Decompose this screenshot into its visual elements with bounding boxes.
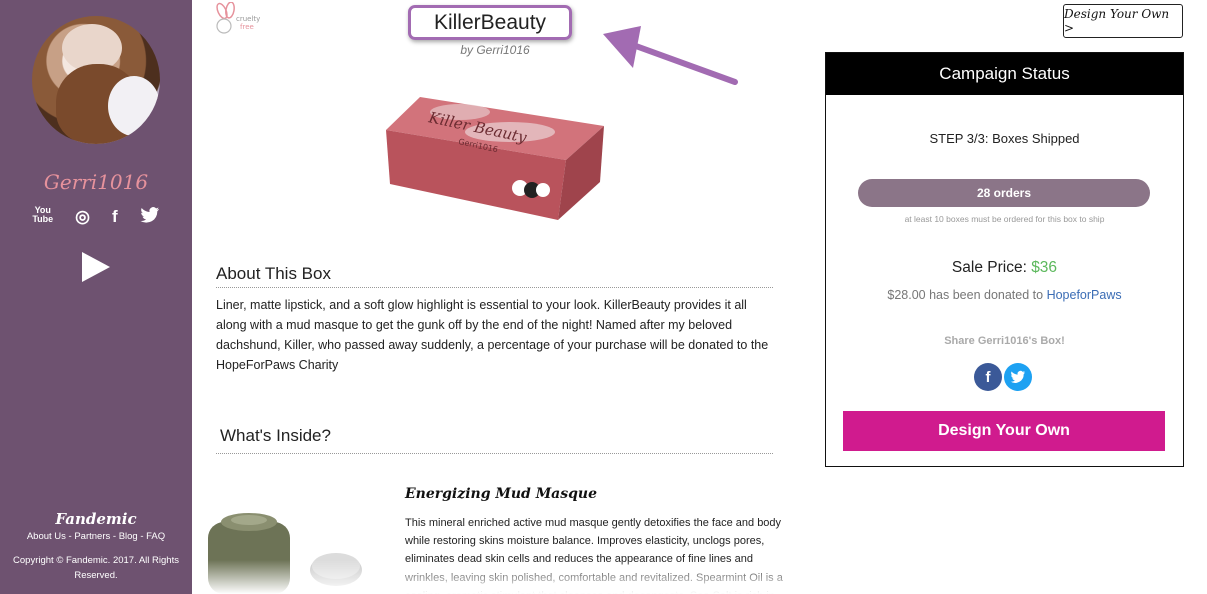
facebook-share-icon[interactable]: f — [974, 363, 1002, 391]
brand-logo[interactable]: Fandemic — [0, 510, 192, 528]
sale-price: Sale Price: $36 — [826, 259, 1183, 277]
about-divider — [216, 287, 773, 288]
charity-link[interactable]: HopeforPaws — [1047, 288, 1122, 302]
twitter-share-icon[interactable] — [1004, 363, 1032, 391]
bottom-fade — [192, 560, 1052, 594]
donation-note: $28.00 has been donated to HopeforPaws — [826, 288, 1183, 302]
design-your-own-button[interactable]: Design Your Own — [843, 411, 1165, 451]
copyright: Copyright © Fandemic. 2017. All Rights R… — [13, 555, 179, 581]
design-your-own-top-button[interactable]: Design Your Own > — [1063, 4, 1183, 38]
avatar[interactable] — [32, 16, 160, 144]
footer-links[interactable]: About Us - Partners - Blog - FAQ — [0, 531, 192, 542]
about-text: Liner, matte lipstick, and a soft glow h… — [216, 298, 769, 372]
sale-price-value: $36 — [1031, 259, 1058, 276]
box-title: KillerBeauty — [408, 5, 572, 40]
donation-amount: $28.00 has been donated to — [887, 288, 1044, 302]
box-title-text: KillerBeauty — [433, 10, 547, 34]
product-name: Energizing Mud Masque — [405, 486, 598, 502]
facebook-icon[interactable]: f — [112, 206, 118, 230]
social-links: You Tube ◎ f — [0, 206, 192, 230]
share-label: Share Gerri1016's Box! — [944, 335, 1065, 347]
twitter-icon[interactable] — [140, 206, 160, 230]
sidebar: Gerri1016 You Tube ◎ f Fandemic About Us… — [0, 0, 192, 594]
inside-heading: What's Inside? — [220, 426, 331, 445]
svg-text:cruelty: cruelty — [236, 15, 260, 23]
username[interactable]: Gerri1016 — [0, 170, 192, 194]
inside-divider — [216, 453, 773, 454]
byline[interactable]: by Gerri1016 — [408, 43, 582, 57]
box-image: Killer Beauty Gerri1016 — [386, 97, 604, 220]
orders-count: 28 orders — [976, 186, 1032, 200]
share-icons: f — [974, 363, 1032, 391]
campaign-status-panel: Campaign Status STEP 3/3: Boxes Shipped … — [825, 52, 1184, 467]
play-icon[interactable] — [82, 252, 110, 282]
annotation-arrow — [603, 26, 738, 85]
youtube-icon[interactable]: You Tube — [32, 206, 53, 230]
svg-text:free: free — [240, 23, 254, 31]
campaign-step: STEP 3/3: Boxes Shipped — [929, 131, 1080, 146]
cruelty-free-icon: cruelty free — [216, 2, 260, 34]
about-heading: About This Box — [216, 264, 331, 283]
avatar-towel — [108, 76, 160, 136]
minimum-order-note: at least 10 boxes must be ordered for th… — [904, 214, 1105, 224]
sale-price-label: Sale Price: — [951, 259, 1027, 276]
instagram-icon[interactable]: ◎ — [75, 206, 90, 230]
orders-progress-bar: 28 orders — [858, 179, 1150, 207]
campaign-status-heading: Campaign Status — [826, 53, 1183, 95]
